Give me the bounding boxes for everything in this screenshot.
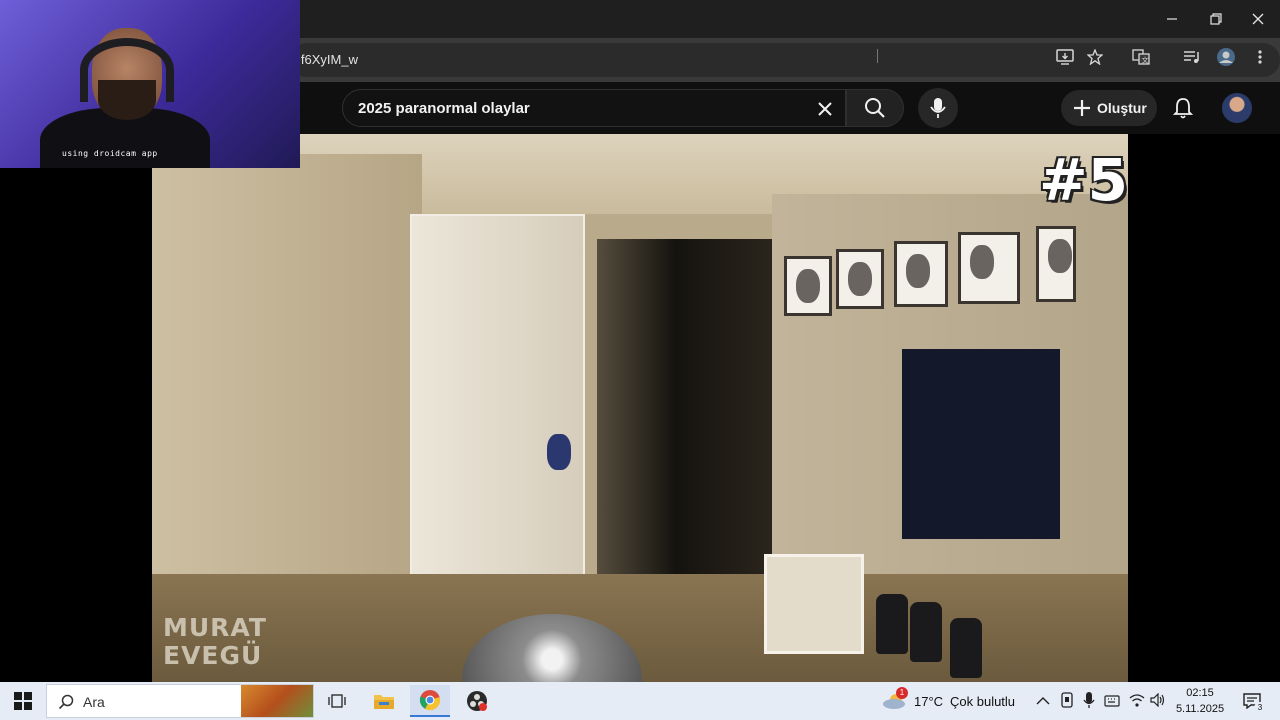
action-center-button[interactable]: 3 (1238, 688, 1266, 714)
video-scene-bottle (910, 602, 942, 662)
tray-app-button[interactable] (1060, 692, 1074, 713)
headphones-icon (80, 38, 174, 102)
video-scene-picture-frame (784, 256, 832, 316)
svg-text:文: 文 (1142, 56, 1149, 65)
video-scene-door (410, 214, 585, 589)
close-window-button[interactable] (1236, 4, 1280, 34)
notification-count: 3 (1254, 702, 1266, 714)
search-input[interactable]: 2025 paranormal olaylar (342, 89, 846, 127)
profile-icon (1217, 48, 1235, 66)
restore-icon (1210, 13, 1222, 25)
weather-temperature: 17°C (914, 694, 944, 709)
voice-search-button[interactable] (918, 88, 958, 128)
watermark-line: EVEGÜ (163, 641, 263, 670)
bell-icon (1173, 98, 1193, 119)
url-text: if6XyIM_w (298, 52, 358, 67)
search-highlight-image (241, 685, 313, 717)
search-icon (58, 694, 74, 710)
install-app-button[interactable] (1054, 46, 1076, 68)
video-player[interactable]: MURAT EVEGÜ #5 (152, 134, 1128, 682)
account-avatar[interactable] (1222, 93, 1252, 123)
watermark-line: MURAT (163, 613, 267, 642)
toolbar-separator (877, 49, 878, 63)
screen: if6XyIM_w 文 2025 paranormal olaylar Oluş… (0, 0, 1280, 720)
more-vertical-icon (1258, 50, 1262, 64)
input-method-button[interactable] (1104, 694, 1120, 712)
star-icon (1087, 49, 1103, 65)
video-scene-crate (764, 554, 864, 654)
taskbar: Ara 1 17°C Çok bulutlu 02:15 5.11.2025 3 (0, 682, 1280, 720)
keyboard-icon (1104, 695, 1120, 707)
episode-badge: #5 (1039, 146, 1128, 214)
video-scene-picture-frame (836, 249, 884, 309)
clock-time: 02:15 (1186, 687, 1214, 699)
clock[interactable]: 02:15 5.11.2025 (1168, 685, 1232, 717)
create-button[interactable]: Oluştur (1061, 90, 1157, 126)
microphone-icon (1083, 692, 1095, 708)
recording-app-icon (467, 691, 487, 711)
video-scene-hallway (597, 239, 772, 609)
bookmark-button[interactable] (1084, 46, 1106, 68)
notifications-button[interactable] (1168, 93, 1198, 123)
chevron-up-icon (1036, 697, 1050, 705)
obs-taskbar-button[interactable] (457, 685, 497, 717)
queue-music-icon (1184, 51, 1199, 63)
video-scene-picture-frame (1036, 226, 1076, 302)
translate-button[interactable]: 文 (1130, 46, 1152, 68)
browser-menu-button[interactable] (1249, 46, 1271, 68)
webcam-overlay: using droidcam app (0, 0, 300, 168)
close-icon (818, 102, 832, 116)
minimize-button[interactable] (1150, 4, 1194, 34)
clock-date: 5.11.2025 (1175, 703, 1225, 715)
video-scene-bottle (876, 594, 908, 654)
chrome-taskbar-button[interactable] (410, 685, 450, 717)
webcam-app-label: using droidcam app (62, 149, 158, 158)
file-explorer-button[interactable] (364, 685, 404, 717)
minimize-icon (1167, 18, 1177, 20)
create-label: Oluştur (1097, 100, 1147, 116)
speaker-icon (1150, 692, 1165, 708)
media-controls-button[interactable] (1181, 46, 1203, 68)
wifi-icon (1129, 694, 1145, 707)
taskbar-search-input[interactable]: Ara (46, 684, 314, 718)
task-view-icon (328, 694, 346, 708)
search-button[interactable] (846, 89, 904, 127)
install-app-icon (1056, 49, 1074, 65)
video-scene-bottle (950, 618, 982, 678)
streamer-figure (40, 28, 210, 168)
close-icon (1252, 13, 1264, 25)
chrome-icon (419, 690, 441, 711)
weather-widget[interactable]: 1 (882, 687, 910, 712)
search-query: 2025 paranormal olaylar (358, 100, 530, 117)
search-icon (865, 98, 885, 118)
weather-description: Çok bulutlu (950, 694, 1016, 709)
folder-icon (374, 695, 394, 709)
microphone-tray-button[interactable] (1083, 691, 1095, 714)
network-button[interactable] (1129, 693, 1145, 712)
start-button[interactable] (0, 682, 46, 720)
weather-alert-badge: 1 (896, 687, 908, 699)
clear-search-button[interactable] (813, 97, 837, 121)
windows-logo-icon (14, 692, 32, 710)
show-hidden-icons-button[interactable] (1036, 693, 1050, 711)
task-view-button[interactable] (317, 685, 357, 717)
video-scene-picture-frame (958, 232, 1020, 304)
profile-button[interactable] (1215, 46, 1237, 68)
microphone-icon (930, 98, 946, 118)
plus-icon (1074, 100, 1090, 116)
device-icon (1061, 692, 1073, 708)
video-scene-towel (902, 349, 1060, 539)
translate-icon: 文 (1132, 49, 1150, 65)
taskbar-search-placeholder: Ara (83, 694, 105, 710)
video-scene-picture-frame (894, 241, 948, 307)
restore-button[interactable] (1194, 4, 1238, 34)
video-scene-object (547, 434, 571, 470)
channel-watermark: MURAT EVEGÜ (163, 614, 267, 670)
volume-button[interactable] (1150, 692, 1166, 712)
